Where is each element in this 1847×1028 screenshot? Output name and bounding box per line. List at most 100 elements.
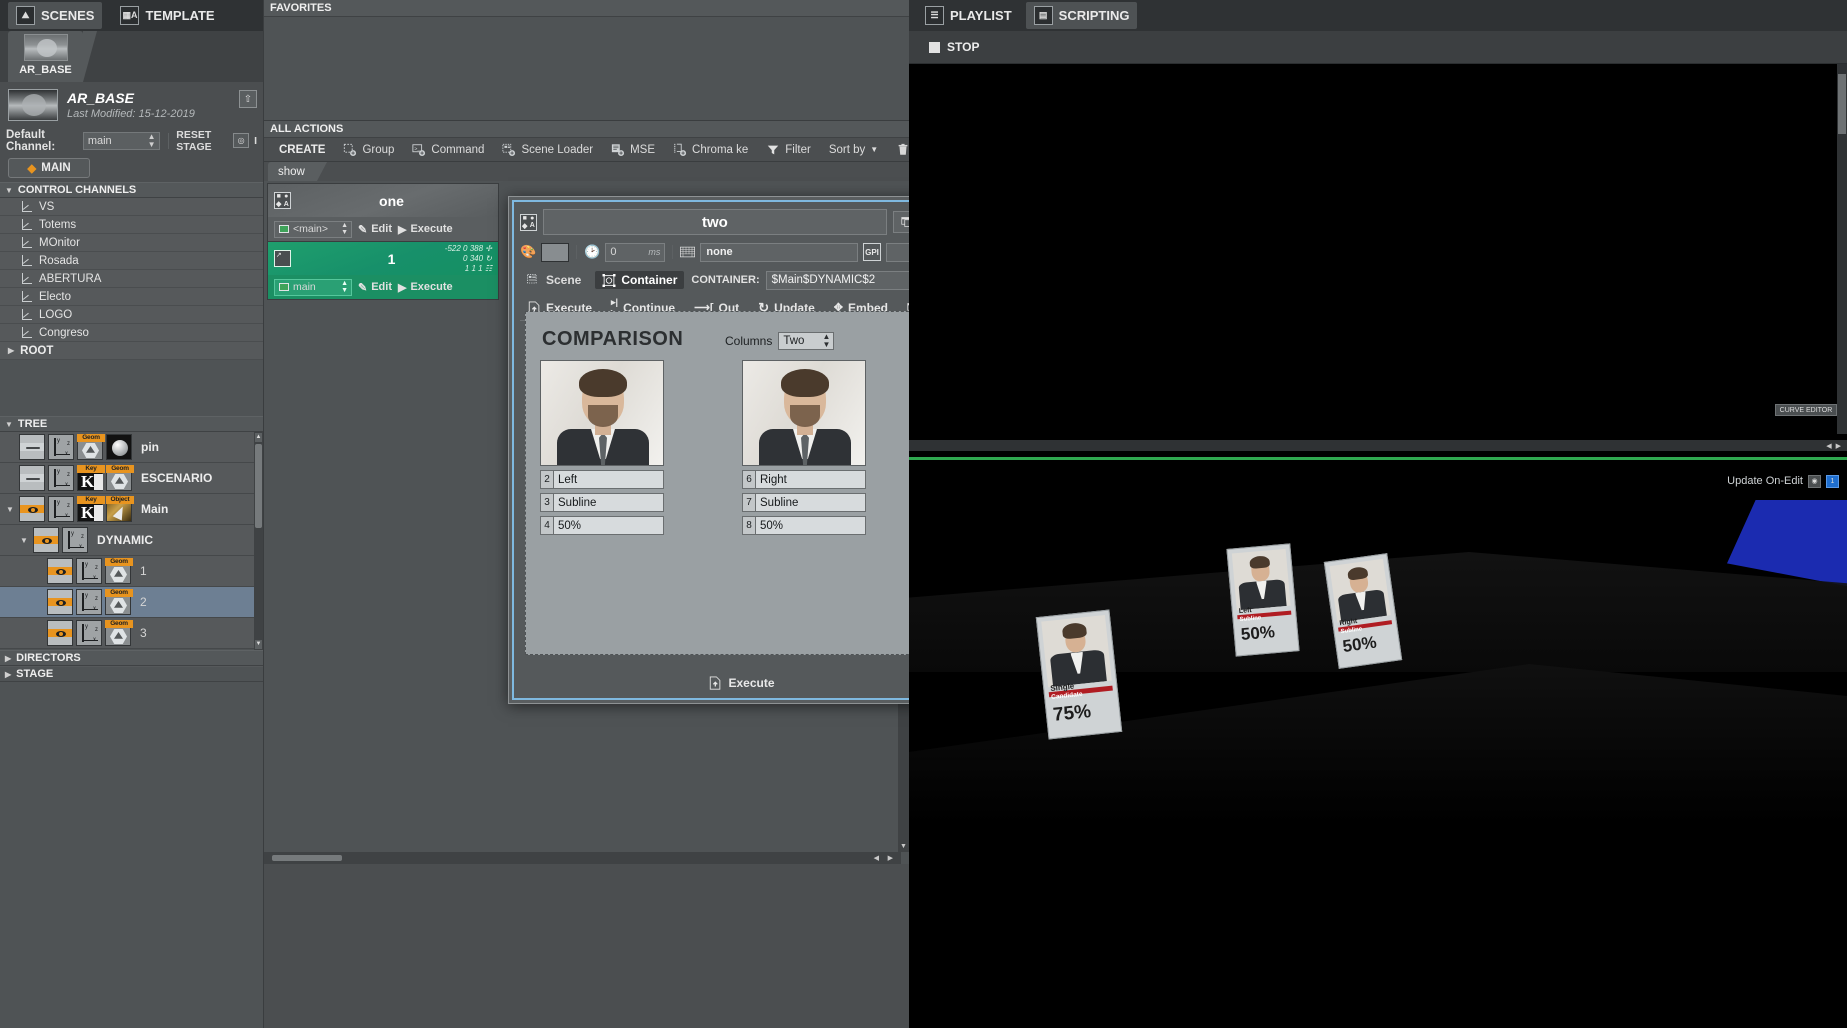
control-channel-item[interactable]: VS <box>0 198 263 216</box>
scroll-left-arrow[interactable]: ◀ <box>1826 442 1831 450</box>
transformation-icon[interactable]: yzx <box>76 620 102 646</box>
tree-item[interactable]: yzxGeom2 <box>0 587 254 618</box>
tab-scripting[interactable]: ▤ SCRIPTING <box>1026 2 1138 29</box>
tree-scrollbar[interactable]: ▲ ▼ <box>254 432 263 650</box>
tree-root-item[interactable]: ▶ ROOT <box>0 342 263 360</box>
default-channel-select[interactable]: main ▲▼ <box>83 132 160 150</box>
reset-stage-button[interactable]: ◎ <box>233 133 249 148</box>
field-right-name[interactable]: Right <box>755 470 866 489</box>
tab-playlist[interactable]: ☰ PLAYLIST <box>917 2 1020 29</box>
field-left-name[interactable]: Left <box>553 470 664 489</box>
control-channel-item[interactable]: ABERTURA <box>0 270 263 288</box>
control-channel-item[interactable]: Totems <box>0 216 263 234</box>
action-one-edit-button[interactable]: ✎ Edit <box>358 223 392 236</box>
chroma-key-button[interactable]: Chroma ke <box>664 138 757 162</box>
visibility-off-icon[interactable] <box>19 434 45 460</box>
actions-hscrollbar[interactable]: ◀ ▶ <box>264 852 901 864</box>
control-channel-item[interactable]: Rosada <box>0 252 263 270</box>
container-tab-button[interactable]: Container <box>594 270 685 290</box>
transformation-icon[interactable]: yzx <box>76 558 102 584</box>
upload-scene-button[interactable]: ⇧ <box>239 90 257 108</box>
sphere-geometry-icon[interactable] <box>106 434 132 460</box>
control-channel-item[interactable]: Electo <box>0 288 263 306</box>
action-properties-dialog[interactable]: ■●◆A two Window 🎨 🕑 0 <box>508 196 976 704</box>
favorites-body[interactable] <box>264 17 909 121</box>
action-1-edit-button[interactable]: ✎ Edit <box>358 281 392 294</box>
tree-scrollbar-thumb[interactable] <box>255 444 262 528</box>
scroll-right-arrow[interactable]: ▶ <box>1836 442 1841 450</box>
transformation-icon[interactable]: yzx <box>48 465 74 491</box>
dialog-title-field[interactable]: two <box>543 209 887 235</box>
filter-button[interactable]: Filter <box>757 138 820 162</box>
render-hscrollbar[interactable]: ◀ ▶ <box>909 440 1847 451</box>
tree-item[interactable]: yzxGeompin <box>0 432 254 463</box>
chevron-down-icon[interactable]: ▼ <box>4 505 16 514</box>
update-on-edit-toggle[interactable]: ◉ <box>1808 475 1821 488</box>
curve-editor-button[interactable]: CURVE EDITOR <box>1775 404 1837 416</box>
key-icon[interactable]: KKey <box>77 465 103 491</box>
control-channels-header[interactable]: ▼ CONTROL CHANNELS <box>0 182 263 198</box>
field-right-subline[interactable]: Subline <box>755 493 866 512</box>
transformation-icon[interactable]: yzx <box>62 527 88 553</box>
scroll-up-arrow[interactable]: ▲ <box>255 433 262 442</box>
control-channel-item[interactable]: LOGO <box>0 306 263 324</box>
tree-item[interactable]: yzxGeom1 <box>0 556 254 587</box>
action-1-execute-button[interactable]: ▶ Execute <box>398 281 453 294</box>
action-one-channel-select[interactable]: <main> ▲▼ <box>274 221 352 238</box>
render-viewport[interactable]: Right Subline 50% Left Subline 50% Singl… <box>909 64 1847 1028</box>
tab-template[interactable]: ▦A TEMPLATE <box>112 2 222 29</box>
tree-item[interactable]: yzxGeom3 <box>0 618 254 649</box>
keyboard-shortcut-input[interactable]: none <box>700 243 858 262</box>
columns-select[interactable]: Two ▲▼ <box>778 332 834 350</box>
tree-header[interactable]: ▼ TREE <box>0 416 263 432</box>
geometry-icon[interactable]: Geom <box>106 465 132 491</box>
control-channel-item[interactable]: Congreso <box>0 324 263 342</box>
scene-tab-button[interactable]: Scene <box>520 271 588 289</box>
field-left-subline[interactable]: Subline <box>553 493 664 512</box>
command-button[interactable]: >_ Command <box>403 138 493 162</box>
stage-header[interactable]: ▶ STAGE <box>0 666 263 682</box>
actions-hscrollbar-thumb[interactable] <box>272 855 342 861</box>
visibility-on-icon[interactable] <box>19 496 45 522</box>
main-layer-button[interactable]: ◆ MAIN <box>8 158 90 178</box>
visibility-on-icon[interactable] <box>47 620 73 646</box>
scroll-right-arrow[interactable]: ▶ <box>888 854 893 862</box>
group-button[interactable]: Group <box>334 138 403 162</box>
directors-header[interactable]: ▶ DIRECTORS <box>0 650 263 666</box>
dialog-footer-execute-button[interactable]: Execute <box>514 672 970 694</box>
mse-button[interactable]: MSE <box>602 138 664 162</box>
action-one-execute-button[interactable]: ▶ Execute <box>398 223 453 236</box>
field-right-percent[interactable]: 50% <box>755 516 866 535</box>
control-channel-item[interactable]: MOnitor <box>0 234 263 252</box>
geometry-icon[interactable]: Geom <box>105 620 131 646</box>
tab-show[interactable]: show <box>268 162 317 181</box>
tab-scenes[interactable]: ⛰ SCENES <box>8 2 102 29</box>
geometry-icon[interactable]: Geom <box>77 434 103 460</box>
transformation-icon[interactable]: yzx <box>48 434 74 460</box>
chevron-down-icon[interactable]: ▼ <box>18 536 30 545</box>
visibility-on-icon[interactable] <box>47 589 73 615</box>
key-icon[interactable]: KKey <box>77 496 103 522</box>
scene-tab-ar-base[interactable]: AR_BASE <box>8 31 83 82</box>
geometry-icon[interactable]: Geom <box>105 558 131 584</box>
transformation-icon[interactable]: yzx <box>48 496 74 522</box>
tree-item[interactable]: ▼yzxDYNAMIC <box>0 525 254 556</box>
delay-input[interactable]: 0 ms <box>605 243 665 262</box>
palette-icon[interactable]: 🎨 <box>520 244 536 260</box>
photo-left[interactable] <box>540 360 664 466</box>
sort-by-button[interactable]: Sort by ▼ <box>820 138 887 162</box>
gpi-icon[interactable]: GPI <box>863 243 881 261</box>
render-vscrollbar-thumb[interactable] <box>1838 74 1846 134</box>
tree-item[interactable]: ▼yzxKKeyObjectMain <box>0 494 254 525</box>
action-card-one-numbered[interactable]: ↗ 1 -522 0 388 ✢ 0 340 ↻ 1 1 1 ☷ main ▲▼ <box>267 241 499 300</box>
action-card-one[interactable]: ■●◆A one <main> ▲▼ ✎ Edit ▶ Exec <box>267 183 499 242</box>
action-1-channel-select[interactable]: main ▲▼ <box>274 279 352 296</box>
stop-button-label[interactable]: STOP <box>947 40 979 54</box>
render-vscrollbar[interactable] <box>1837 64 1847 434</box>
scroll-left-arrow[interactable]: ◀ <box>874 854 879 862</box>
create-button[interactable]: CREATE <box>270 138 334 162</box>
object-material-icon[interactable]: Object <box>106 496 132 522</box>
transformation-icon[interactable]: yzx <box>76 589 102 615</box>
scroll-down-arrow[interactable]: ▼ <box>255 640 262 649</box>
update-on-edit-value[interactable]: 1 <box>1826 475 1839 488</box>
